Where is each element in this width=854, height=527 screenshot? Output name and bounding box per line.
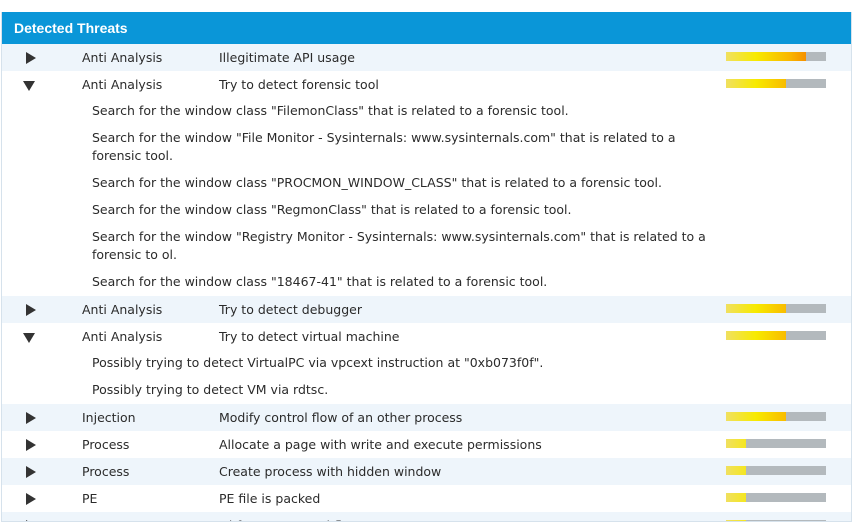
detail-line: Search for the window class "RegmonClass… — [92, 202, 572, 217]
severity-fill — [726, 412, 786, 421]
threat-description: Allocate a page with write and execute p… — [219, 437, 542, 452]
severity-bar — [726, 493, 826, 502]
detail-line: Search for the window "File Monitor - Sy… — [92, 130, 676, 163]
panel-title: Detected Threats — [2, 12, 851, 44]
severity-fill — [726, 304, 786, 313]
threat-category: Process — [82, 512, 129, 521]
severity-bar — [726, 331, 826, 340]
threat-details: Search for the window class "FilemonClas… — [2, 98, 851, 296]
threat-row[interactable]: Anti Analysis Illegitimate API usage — [2, 44, 851, 71]
threat-category: Injection — [82, 410, 136, 425]
threat-description: Modify control flow of an other process — [219, 410, 463, 425]
severity-fill — [726, 466, 746, 475]
expand-toggle[interactable] — [23, 296, 43, 323]
threat-row[interactable]: Injection Modify control flow of an other… — [2, 404, 851, 431]
severity-bar — [726, 466, 826, 475]
severity-fill — [726, 439, 746, 448]
triangle-down-icon — [23, 333, 35, 343]
threat-description: Create process with hidden window — [219, 464, 442, 479]
threat-row[interactable]: Anti Analysis Try to detect virtual machi… — [2, 323, 851, 350]
detail-line: Search for the window class "PROCMON_WIN… — [92, 175, 662, 190]
threat-description: PE file is packed — [219, 491, 321, 506]
threat-description: Try to detect debugger — [219, 302, 362, 317]
triangle-right-icon — [26, 304, 36, 316]
severity-fill — [726, 52, 806, 61]
threat-row[interactable]: Process Obfuscate control flow — [2, 512, 851, 521]
threat-description: Illegitimate API usage — [219, 50, 355, 65]
severity-fill — [726, 493, 746, 502]
expand-toggle[interactable] — [23, 485, 43, 512]
detail-line: Possibly trying to detect VirtualPC via … — [92, 355, 544, 370]
triangle-right-icon — [26, 493, 36, 505]
expand-toggle[interactable] — [23, 44, 43, 71]
threat-description: Obfuscate control flow — [219, 512, 360, 521]
threat-row[interactable]: Process Allocate a page with write and ex… — [2, 431, 851, 458]
severity-fill — [726, 520, 746, 521]
triangle-right-icon — [26, 466, 36, 478]
threat-category: Process — [82, 464, 130, 479]
threat-row[interactable]: Process Create process with hidden window — [2, 458, 851, 485]
threat-category: Anti Analysis — [82, 302, 163, 317]
triangle-down-icon — [23, 81, 35, 91]
detail-line: Search for the window class "18467-41" t… — [92, 274, 548, 289]
threat-list: Anti Analysis Illegitimate API usage Anti … — [2, 44, 851, 521]
detected-threats-panel: Detected Threats Anti Analysis Illegitima… — [1, 12, 852, 522]
detail-line: Search for the window "Registry Monitor … — [92, 229, 706, 262]
threat-category: PE — [82, 491, 98, 506]
severity-bar — [726, 52, 826, 61]
threat-description: Try to detect forensic tool — [219, 77, 379, 92]
triangle-right-icon — [26, 412, 36, 424]
threat-category: Anti Analysis — [82, 50, 163, 65]
expand-toggle[interactable] — [23, 458, 43, 485]
severity-fill — [726, 331, 786, 340]
severity-bar — [726, 412, 826, 421]
severity-fill — [726, 79, 786, 88]
detail-line: Possibly trying to detect VM via rdtsc. — [92, 382, 329, 397]
threat-category: Process — [82, 437, 130, 452]
severity-bar — [726, 304, 826, 313]
collapse-toggle[interactable] — [23, 323, 43, 350]
threat-row[interactable]: PE PE file is packed — [2, 485, 851, 512]
threat-description: Try to detect virtual machine — [219, 329, 400, 344]
triangle-right-icon — [26, 520, 36, 521]
threat-row[interactable]: Anti Analysis Try to detect debugger — [2, 296, 851, 323]
triangle-right-icon — [26, 52, 36, 64]
triangle-right-icon — [26, 439, 36, 451]
severity-bar — [726, 520, 826, 521]
expand-toggle[interactable] — [23, 404, 43, 431]
detail-line: Search for the window class "FilemonClas… — [92, 103, 569, 118]
threat-category: Anti Analysis — [82, 329, 163, 344]
threat-row[interactable]: Anti Analysis Try to detect forensic tool — [2, 71, 851, 98]
severity-bar — [726, 79, 826, 88]
collapse-toggle[interactable] — [23, 71, 43, 98]
severity-bar — [726, 439, 826, 448]
expand-toggle[interactable] — [23, 512, 43, 521]
expand-toggle[interactable] — [23, 431, 43, 458]
threat-details: Possibly trying to detect VirtualPC via … — [2, 350, 851, 404]
threat-category: Anti Analysis — [82, 77, 163, 92]
